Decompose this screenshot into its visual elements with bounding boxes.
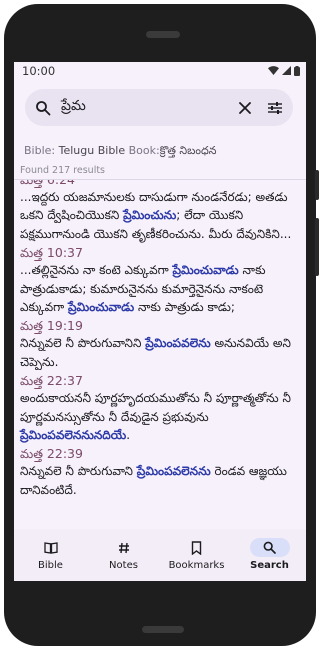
tune-filter-icon[interactable] — [267, 100, 283, 116]
verse-text: ...ఇద్దరు యజమానులకు దాసుడుగా నుండనేరడు; … — [20, 188, 302, 243]
clear-icon[interactable] — [237, 100, 253, 116]
wifi-icon — [268, 66, 279, 75]
result-item[interactable]: మత్త 19:19 నిన్నువలె నీ పొరుగువానిని ప్రే… — [20, 317, 302, 371]
verse-text-segment: . — [126, 428, 131, 443]
search-match-highlight: ప్రేమింపవలెనను — [136, 464, 211, 479]
book-icon — [31, 538, 71, 557]
verse-text-segment: నిన్నువలె నీ పొరుగువాని — [20, 464, 137, 479]
verse-reference: మత్త 6:24 — [20, 179, 75, 187]
verse-text: అందుకాయననీ పూర్ణహృదయముతోను నీ పూర్ణాత్మత… — [20, 389, 302, 444]
book-filter-value: క్రొత్త నిబంధన — [159, 144, 217, 157]
search-icon — [249, 538, 290, 557]
search-bar[interactable]: ప్రేమ — [25, 89, 293, 126]
nav-item-notes[interactable]: Notes — [87, 529, 160, 581]
bible-filter-label: Bible: — [24, 144, 56, 157]
signal-icon — [282, 66, 291, 75]
nav-item-bookmarks[interactable]: Bookmarks — [160, 529, 233, 581]
nav-label: Bible — [38, 560, 63, 571]
bookmark-icon — [177, 538, 217, 557]
nav-label: Bookmarks — [168, 560, 225, 571]
search-match-highlight: ప్రేమించువాడు — [67, 300, 135, 315]
verse-text: నిన్నువలె నీ పొరుగువాని ప్రేమింపవలెనను ర… — [20, 462, 302, 499]
nav-item-bible[interactable]: Bible — [14, 529, 87, 581]
status-time: 10:00 — [22, 63, 56, 78]
search-match-highlight: ప్రేమింపవలెను — [145, 336, 211, 351]
bible-filter-value: Telugu Bible — [58, 144, 126, 157]
search-match-highlight: ప్రేమించును — [123, 208, 177, 223]
verse-reference: మత్త 22:37 — [20, 373, 83, 389]
result-item[interactable]: మత్త 22:39 నిన్నువలె నీ పొరుగువాని ప్రేమి… — [20, 445, 302, 499]
result-item[interactable]: మత్త 10:37 ...తల్లినైనను నా కంటె ఎక్కువగా… — [20, 244, 302, 316]
status-icons — [268, 65, 300, 76]
search-icon — [36, 100, 51, 115]
verse-text-segment: అందుకాయననీ పూర్ణహృదయముతోను నీ పూర్ణాత్మత… — [20, 391, 291, 424]
volume-button — [315, 218, 319, 276]
nav-label: Notes — [109, 560, 138, 571]
results-list[interactable]: మత్త 6:24 ...ఇద్దరు యజమానులకు దాసుడుగా ను… — [14, 179, 306, 530]
verse-text-segment: నాకు పాత్రుడు కాడు; — [134, 300, 235, 315]
result-item[interactable]: మత్త 22:37 అందుకాయననీ పూర్ణహృదయముతోను నీ … — [20, 372, 302, 444]
power-button — [315, 170, 319, 200]
search-input[interactable]: ప్రేమ — [61, 98, 237, 117]
bottom-navigation: Bible Notes Bookmarks Search — [14, 529, 306, 581]
hash-icon — [104, 538, 144, 557]
app-screen: 10:00 ప్రేమ Bible: Telugu Bible Book:క్ర… — [14, 62, 306, 581]
verse-text: నిన్నువలె నీ పొరుగువానిని ప్రేమింపవలెను … — [20, 334, 302, 371]
verse-text-segment: నిన్నువలె నీ పొరుగువానిని — [20, 336, 146, 351]
book-filter-label: Book: — [128, 144, 160, 157]
bottom-speaker — [142, 626, 184, 633]
verse-text: ...తల్లినైనను నా కంటె ఎక్కువగా ప్రేమించు… — [20, 261, 302, 316]
results-count: Found 217 results — [20, 165, 106, 176]
verse-reference: మత్త 10:37 — [20, 245, 83, 261]
search-filter-summary[interactable]: Bible: Telugu Bible Book:క్రొత్త నిబంధన — [24, 144, 216, 160]
verse-reference: మత్త 19:19 — [20, 318, 83, 334]
nav-item-search[interactable]: Search — [233, 529, 306, 581]
verse-text-segment: ...తల్లినైనను నా కంటె ఎక్కువగా — [20, 263, 173, 278]
battery-icon — [294, 65, 300, 76]
result-item[interactable]: మత్త 6:24 ...ఇద్దరు యజమానులకు దాసుడుగా ను… — [20, 179, 302, 243]
nav-label: Search — [250, 560, 289, 571]
search-match-highlight: ప్రేమింపవలెననునదియే — [20, 428, 127, 443]
status-bar: 10:00 — [14, 62, 306, 79]
search-match-highlight: ప్రేమించువాడు — [172, 263, 239, 278]
verse-reference: మత్త 22:39 — [20, 446, 83, 462]
earpiece-speaker — [146, 31, 180, 38]
